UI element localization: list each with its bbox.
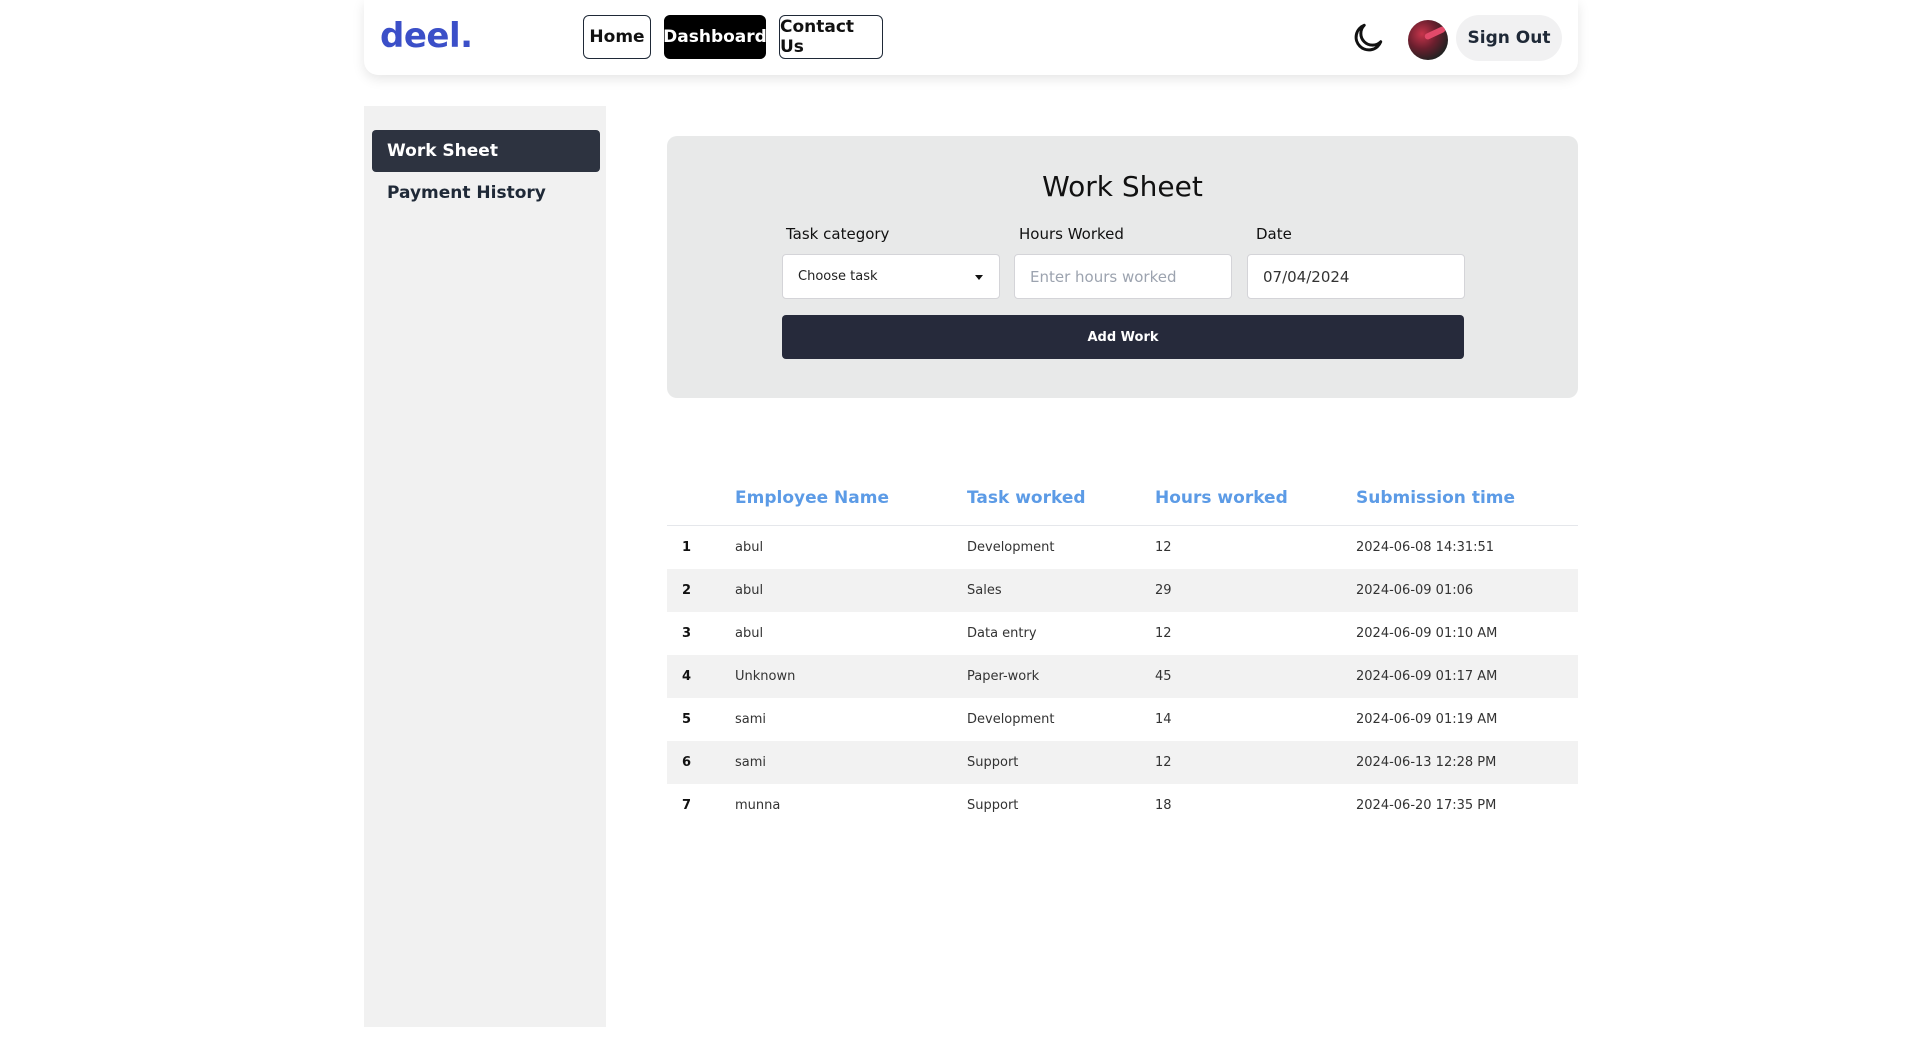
header-task-worked: Task worked: [967, 488, 1086, 508]
hours-worked-input[interactable]: Enter hours worked: [1014, 254, 1232, 299]
task-cell: Sales: [967, 583, 1002, 598]
employee-name-cell: abul: [735, 583, 764, 598]
task-category-label: Task category: [786, 225, 890, 243]
nav-dashboard-button[interactable]: Dashboard: [663, 15, 767, 59]
task-cell: Development: [967, 712, 1055, 727]
task-cell: Paper-work: [967, 669, 1040, 684]
time-cell: 2024-06-09 01:17 AM: [1356, 669, 1498, 684]
table-row: 7 munna Support 18 2024-06-20 17:35 PM: [667, 784, 1578, 827]
time-cell: 2024-06-09 01:19 AM: [1356, 712, 1498, 727]
form-title: Work Sheet: [1042, 170, 1203, 203]
chevron-down-icon: [975, 275, 983, 280]
task-cell: Development: [967, 540, 1055, 555]
time-cell: 2024-06-13 12:28 PM: [1356, 755, 1497, 770]
header-hours-worked: Hours worked: [1155, 488, 1288, 508]
header-submission-time: Submission time: [1356, 488, 1516, 508]
time-cell: 2024-06-09 01:06: [1356, 583, 1474, 598]
table-row: 6 sami Support 12 2024-06-13 12:28 PM: [667, 741, 1578, 784]
task-cell: Support: [967, 755, 1019, 770]
hours-cell: 18: [1155, 798, 1172, 813]
moon-icon[interactable]: [1350, 20, 1386, 56]
table-row: 5 sami Development 14 2024-06-09 01:19 A…: [667, 698, 1578, 741]
table-row: 1 abul Development 12 2024-06-08 14:31:5…: [667, 526, 1578, 569]
brand-logo[interactable]: deel.: [380, 16, 473, 56]
sidebar-item-payment-history[interactable]: Payment History: [372, 172, 600, 214]
work-sheet-form-card: Work Sheet Task category Choose task Hou…: [667, 136, 1578, 398]
hours-worked-placeholder: Enter hours worked: [1030, 267, 1177, 286]
add-work-button[interactable]: Add Work: [782, 315, 1464, 359]
sidebar: Work Sheet Payment History: [364, 106, 606, 1027]
table-header: Employee Name Task worked Hours worked S…: [667, 480, 1578, 526]
task-cell: Data entry: [967, 626, 1037, 641]
row-index: 6: [682, 755, 692, 770]
employee-name-cell: sami: [735, 755, 767, 770]
time-cell: 2024-06-08 14:31:51: [1356, 540, 1495, 555]
sign-out-button[interactable]: Sign Out: [1456, 15, 1562, 61]
row-index: 5: [682, 712, 692, 727]
row-index: 4: [682, 669, 692, 684]
row-index: 1: [682, 540, 692, 555]
date-value: 07/04/2024: [1263, 267, 1350, 286]
nav-home-button[interactable]: Home: [583, 15, 651, 59]
time-cell: 2024-06-20 17:35 PM: [1356, 798, 1497, 813]
employee-name-cell: munna: [735, 798, 781, 813]
hours-cell: 12: [1155, 755, 1172, 770]
table-row: 2 abul Sales 29 2024-06-09 01:06: [667, 569, 1578, 612]
time-cell: 2024-06-09 01:10 AM: [1356, 626, 1498, 641]
row-index: 3: [682, 626, 692, 641]
hours-cell: 12: [1155, 626, 1172, 641]
work-table: Employee Name Task worked Hours worked S…: [667, 480, 1578, 827]
date-label: Date: [1256, 225, 1292, 243]
header-employee-name: Employee Name: [735, 488, 890, 508]
employee-name-cell: sami: [735, 712, 767, 727]
employee-name-cell: Unknown: [735, 669, 796, 684]
row-index: 2: [682, 583, 692, 598]
task-cell: Support: [967, 798, 1019, 813]
table-row: 4 Unknown Paper-work 45 2024-06-09 01:17…: [667, 655, 1578, 698]
date-input[interactable]: 07/04/2024: [1247, 254, 1465, 299]
hours-cell: 45: [1155, 669, 1172, 684]
nav-contact-button[interactable]: Contact Us: [779, 15, 883, 59]
task-category-value: Choose task: [798, 269, 878, 284]
hours-worked-label: Hours Worked: [1019, 225, 1124, 243]
table-row: 3 abul Data entry 12 2024-06-09 01:10 AM: [667, 612, 1578, 655]
employee-name-cell: abul: [735, 540, 764, 555]
top-navbar: deel. Home Dashboard Contact Us Sign Out: [364, 0, 1578, 75]
hours-cell: 29: [1155, 583, 1172, 598]
hours-cell: 14: [1155, 712, 1172, 727]
hours-cell: 12: [1155, 540, 1172, 555]
employee-name-cell: abul: [735, 626, 764, 641]
row-index: 7: [682, 798, 692, 813]
sidebar-item-work-sheet[interactable]: Work Sheet: [372, 130, 600, 172]
avatar[interactable]: [1408, 20, 1448, 60]
task-category-select[interactable]: Choose task: [782, 254, 1000, 299]
